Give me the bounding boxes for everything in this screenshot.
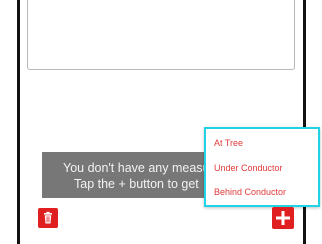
toast-line-1: You don't have any measu bbox=[63, 161, 210, 175]
add-button[interactable] bbox=[272, 207, 294, 229]
add-measurement-menu: At Tree Under Conductor Behind Conductor bbox=[204, 127, 320, 207]
screen: You don't have any measu Tap the + butto… bbox=[0, 0, 322, 244]
right-frame-edge bbox=[303, 0, 306, 244]
menu-item-under-conductor[interactable]: Under Conductor bbox=[214, 163, 283, 173]
toast-line-2: Tap the + button to get bbox=[74, 177, 199, 191]
menu-item-at-tree[interactable]: At Tree bbox=[214, 138, 243, 148]
menu-item-behind-conductor[interactable]: Behind Conductor bbox=[214, 187, 286, 197]
notes-text-area[interactable] bbox=[27, 0, 295, 70]
delete-button[interactable] bbox=[38, 208, 58, 228]
left-frame-edge bbox=[17, 0, 20, 244]
